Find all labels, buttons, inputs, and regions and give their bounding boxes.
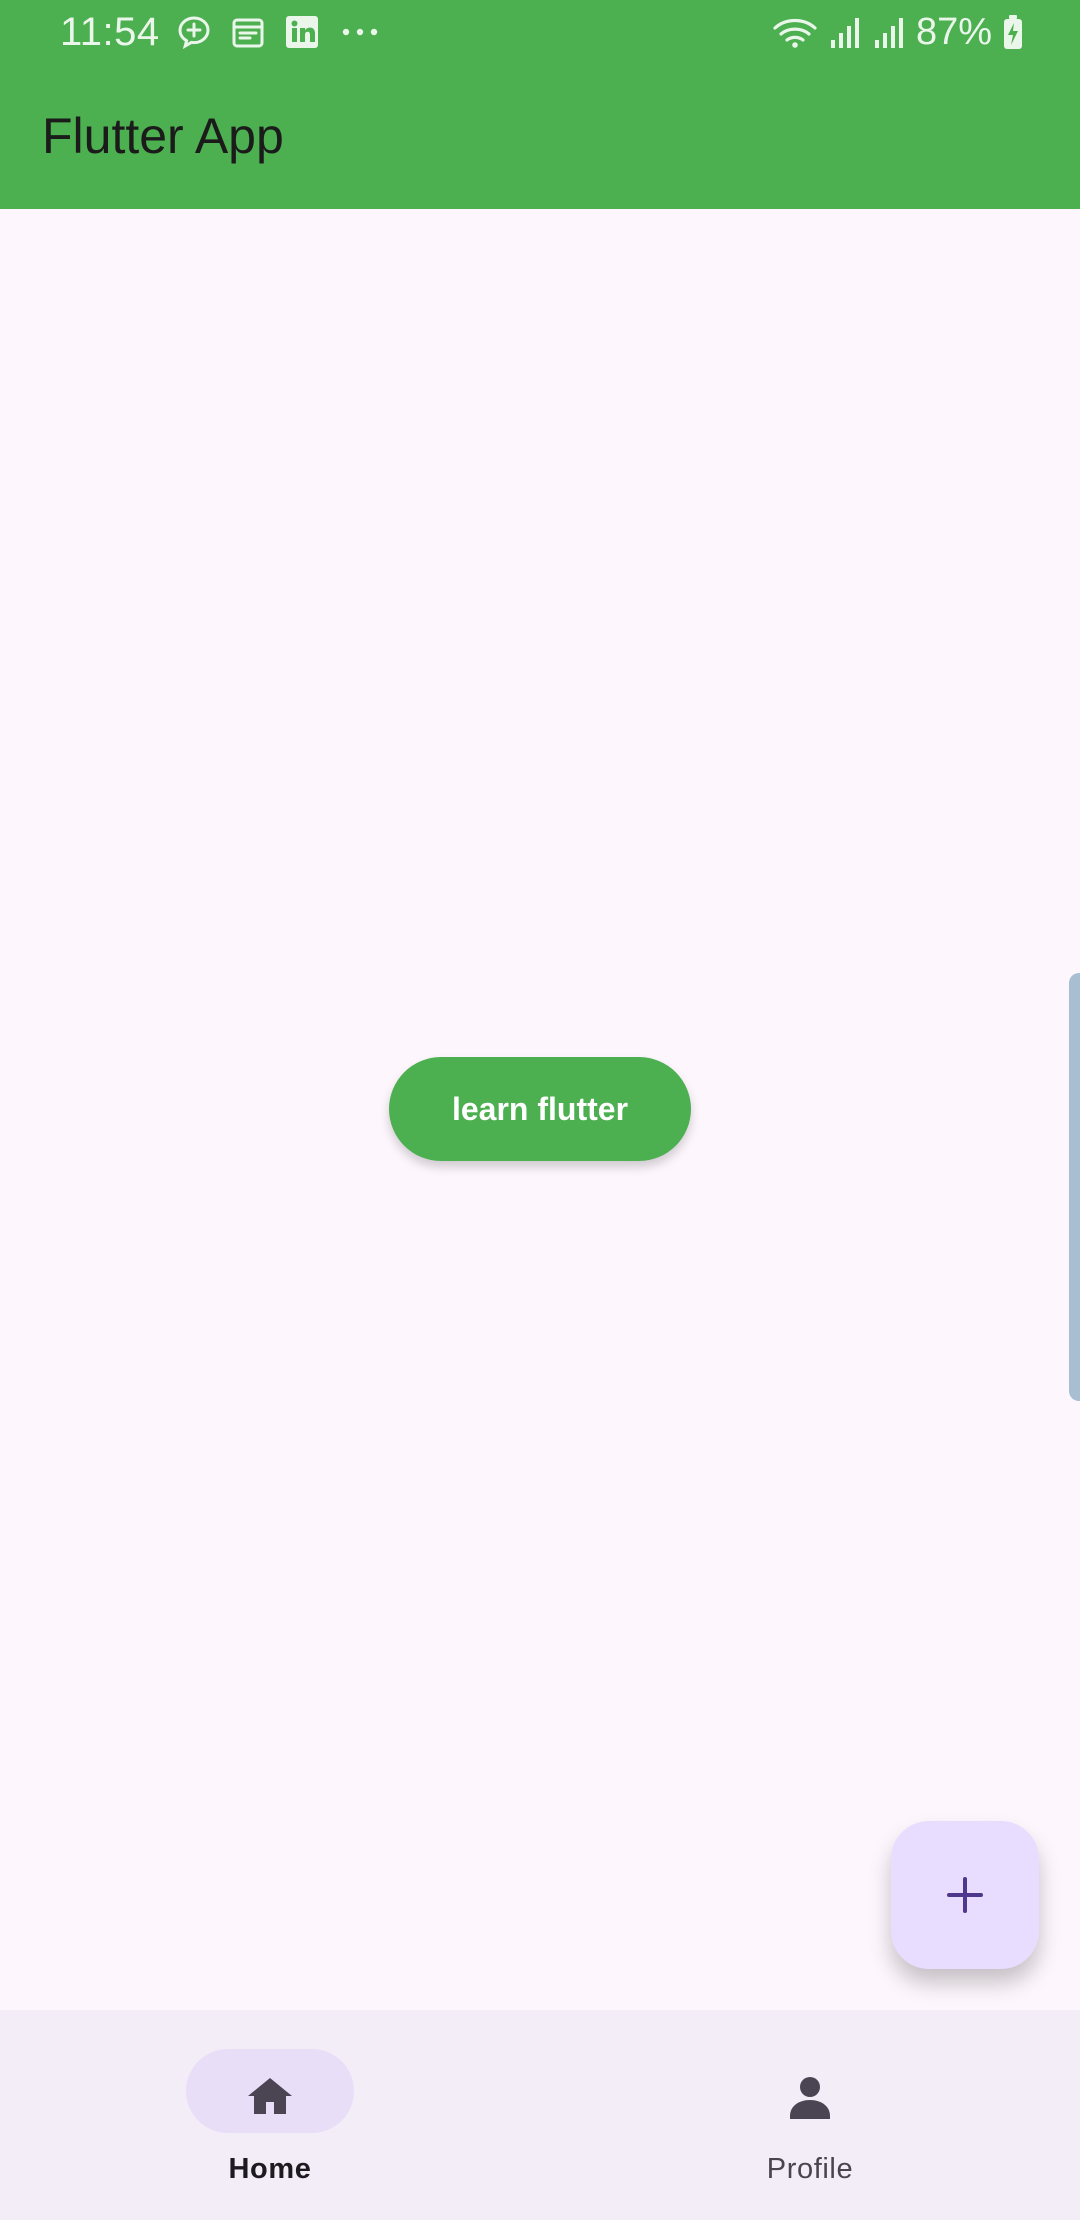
learn-flutter-button[interactable]: learn flutter (389, 1057, 691, 1161)
chat-plus-icon (176, 14, 212, 50)
status-icons-left (176, 14, 382, 50)
linkedin-icon (284, 14, 320, 50)
more-horiz-icon (338, 14, 382, 50)
cell-signal-icon (872, 14, 906, 50)
home-icon (242, 2068, 298, 2124)
learn-flutter-button-label: learn flutter (451, 1090, 629, 1127)
nav-label-home: Home (228, 2153, 312, 2185)
calendar-icon (230, 14, 266, 50)
cell-signal-icon (828, 14, 862, 50)
nav-item-home[interactable]: Home (0, 2010, 540, 2220)
app-screen: 11:54 87% Flutter App learn flutter Home… (0, 0, 1080, 2220)
status-time: 11:54 (60, 10, 160, 54)
nav-label-profile: Profile (766, 2153, 854, 2185)
battery-percent: 87% (915, 11, 992, 53)
scrollbar-thumb[interactable] (1069, 973, 1080, 1401)
add-fab-button[interactable] (891, 1821, 1039, 1969)
top-bar: 11:54 87% Flutter App (0, 0, 1080, 209)
bottom-navigation-bar: Home Profile (0, 2010, 1080, 2220)
add-icon (943, 1873, 987, 1917)
page-title: Flutter App (42, 108, 284, 164)
wifi-icon (772, 14, 818, 50)
status-bar: 11:54 87% (0, 0, 1080, 64)
battery-charging-icon (1002, 14, 1024, 50)
nav-item-profile[interactable]: Profile (540, 2010, 1080, 2220)
status-icons-right: 87% (772, 10, 1024, 54)
person-icon (782, 2068, 838, 2124)
